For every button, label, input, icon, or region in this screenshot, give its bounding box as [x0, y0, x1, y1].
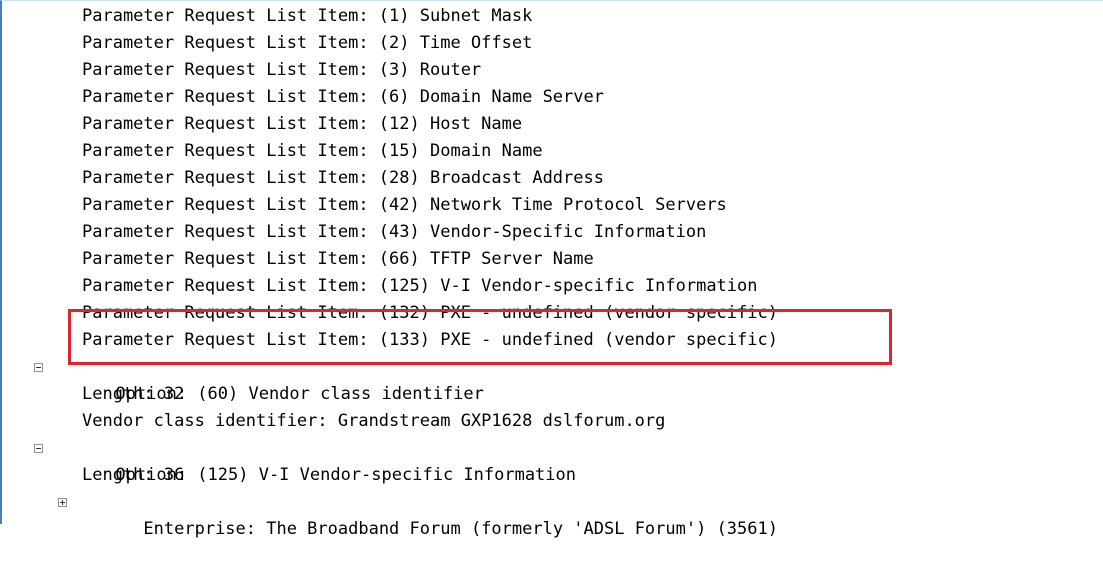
param-item-label: Parameter Request List Item: (1) Subnet … — [82, 6, 533, 26]
tree-row[interactable]: Parameter Request List Item: (6) Domain … — [2, 84, 1102, 111]
tree-row[interactable]: Parameter Request List Item: (15) Domain… — [2, 138, 1102, 165]
param-item-label: Parameter Request List Item: (132) PXE -… — [82, 303, 778, 323]
param-item-label: Parameter Request List Item: (6) Domain … — [82, 87, 604, 107]
option-125-length: Length: 36 — [82, 465, 185, 485]
tree-row[interactable]: Length: 36 — [2, 462, 1102, 489]
tree-row[interactable]: Parameter Request List Item: (66) TFTP S… — [2, 246, 1102, 273]
tree-row[interactable]: Parameter Request List Item: (43) Vendor… — [2, 219, 1102, 246]
minus-box-icon[interactable] — [34, 444, 43, 453]
tree-row[interactable]: Vendor class identifier: Grandstream GXP… — [2, 408, 1102, 435]
tree-row[interactable]: Parameter Request List Item: (2) Time Of… — [2, 30, 1102, 57]
tree-row-highlighted[interactable]: Parameter Request List Item: (132) PXE -… — [2, 300, 1102, 327]
tree-row[interactable]: Parameter Request List Item: (42) Networ… — [2, 192, 1102, 219]
minus-box-icon[interactable] — [34, 363, 43, 372]
packet-details-pane: Parameter Request List Item: (1) Subnet … — [0, 0, 1103, 539]
param-item-label: Parameter Request List Item: (15) Domain… — [82, 141, 543, 161]
param-item-label: Parameter Request List Item: (43) Vendor… — [82, 222, 707, 242]
enterprise-label: Enterprise: The Broadband Forum (formerl… — [143, 519, 778, 539]
tree-row[interactable]: Parameter Request List Item: (1) Subnet … — [2, 3, 1102, 30]
tree-row-option-60[interactable]: Option: (60) Vendor class identifier — [2, 354, 1102, 404]
param-item-label: Parameter Request List Item: (66) TFTP S… — [82, 249, 594, 269]
tree-row[interactable]: Parameter Request List Item: (3) Router — [2, 57, 1102, 84]
tree-row[interactable]: Parameter Request List Item: (125) V-I V… — [2, 273, 1102, 300]
option-60-length: Length: 32 — [82, 384, 185, 404]
tree-row-enterprise[interactable]: Enterprise: The Broadband Forum (formerl… — [2, 489, 1102, 539]
tree-row[interactable]: Parameter Request List Item: (12) Host N… — [2, 111, 1102, 138]
tree-row-option-125[interactable]: Option: (125) V-I Vendor-specific Inform… — [2, 435, 1102, 485]
tree-row-highlighted[interactable]: Parameter Request List Item: (133) PXE -… — [2, 327, 1102, 354]
tree-row[interactable]: Length: 32 — [2, 381, 1102, 408]
param-item-label: Parameter Request List Item: (125) V-I V… — [82, 276, 758, 296]
param-item-label: Parameter Request List Item: (42) Networ… — [82, 195, 727, 215]
param-item-label: Parameter Request List Item: (3) Router — [82, 60, 482, 80]
option-60-vendor-class: Vendor class identifier: Grandstream GXP… — [82, 411, 666, 431]
param-item-label: Parameter Request List Item: (12) Host N… — [82, 114, 523, 134]
param-item-label: Parameter Request List Item: (2) Time Of… — [82, 33, 533, 53]
tree-row[interactable]: Parameter Request List Item: (28) Broadc… — [2, 165, 1102, 192]
param-item-label: Parameter Request List Item: (28) Broadc… — [82, 168, 604, 188]
param-item-label: Parameter Request List Item: (133) PXE -… — [82, 330, 778, 350]
packet-details-tree: Parameter Request List Item: (1) Subnet … — [2, 3, 1102, 539]
plus-box-icon[interactable] — [58, 498, 67, 507]
